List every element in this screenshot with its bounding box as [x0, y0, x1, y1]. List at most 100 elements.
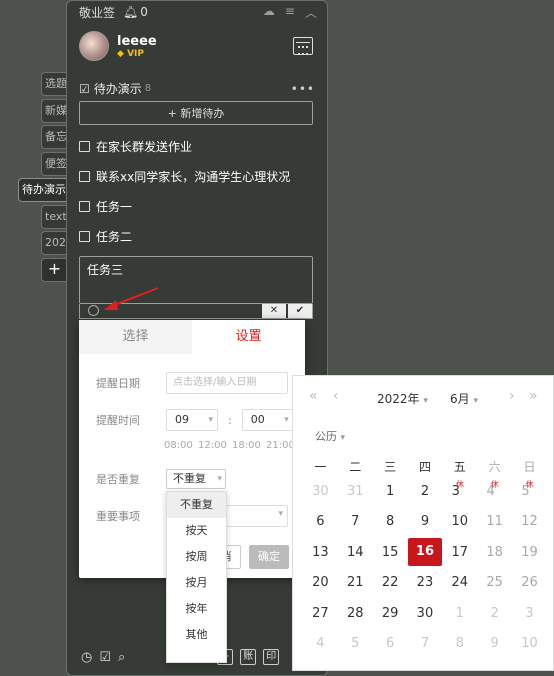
- next-year-icon[interactable]: »: [529, 388, 538, 404]
- calendar-day[interactable]: 31: [338, 484, 373, 499]
- calendar-day[interactable]: 5休: [512, 480, 547, 499]
- calendar-day[interactable]: 9: [477, 636, 512, 651]
- todo-item[interactable]: 任务一: [79, 198, 132, 215]
- calendar-day[interactable]: 4休: [477, 480, 512, 499]
- todo-edit-input[interactable]: 任务三: [79, 256, 313, 304]
- repeat-option[interactable]: 按年: [167, 596, 226, 622]
- calendar-day[interactable]: 18: [477, 545, 512, 560]
- calendar-day[interactable]: 1: [373, 484, 408, 499]
- calendar-day[interactable]: 30: [303, 484, 338, 499]
- todo-checkbox[interactable]: [79, 201, 90, 212]
- calendar-day[interactable]: 11: [477, 514, 512, 529]
- avatar[interactable]: [79, 31, 109, 61]
- more-icon[interactable]: •••: [291, 82, 315, 96]
- calendar-day[interactable]: 4: [303, 636, 338, 651]
- menu-icon[interactable]: ≡: [285, 4, 295, 21]
- side-tab-2022[interactable]: 2022: [41, 231, 67, 255]
- todo-text: 任务二: [96, 230, 133, 244]
- calendar-day[interactable]: 22: [373, 575, 408, 590]
- calendar-day[interactable]: 2: [477, 606, 512, 621]
- calendar-day[interactable]: 21: [338, 575, 373, 590]
- date-input[interactable]: 点击选择/输入日期: [166, 372, 288, 394]
- calendar-day[interactable]: 3休: [442, 480, 477, 499]
- side-tab-bianqian[interactable]: 便签: [41, 152, 67, 176]
- calendar-day[interactable]: 10: [512, 636, 547, 651]
- tab-settings[interactable]: 设置: [192, 320, 305, 354]
- calendar-day[interactable]: 10: [442, 514, 477, 529]
- collapse-icon[interactable]: ︿: [305, 4, 317, 21]
- quick-time[interactable]: 18:00: [232, 440, 261, 451]
- quick-time[interactable]: 12:00: [198, 440, 227, 451]
- next-month-icon[interactable]: ›: [509, 388, 515, 404]
- cloud-sync-icon[interactable]: ☁: [263, 4, 275, 21]
- side-tab-beiwang[interactable]: 备忘: [41, 125, 67, 149]
- calendar-day[interactable]: 7: [408, 636, 443, 651]
- notification[interactable]: 🔔︎ 0: [123, 5, 148, 19]
- quick-time[interactable]: 08:00: [164, 440, 193, 451]
- month-select[interactable]: 6月 ▾: [450, 390, 478, 407]
- add-tab-button[interactable]: +: [41, 258, 67, 282]
- account-button[interactable]: 账: [240, 649, 257, 665]
- side-tab-text[interactable]: text: [41, 205, 67, 229]
- calendar-day[interactable]: 9: [408, 514, 443, 529]
- side-tab-xinmei[interactable]: 新媒: [41, 99, 67, 123]
- clock-icon[interactable]: ◷: [81, 650, 92, 665]
- calendar-day[interactable]: 25: [477, 575, 512, 590]
- calendar-day[interactable]: 27: [303, 606, 338, 621]
- year-select[interactable]: 2022年 ▾: [377, 390, 428, 407]
- calendar-day[interactable]: 8: [373, 514, 408, 529]
- todo-checkbox[interactable]: [79, 231, 90, 242]
- calendar-day[interactable]: 2: [408, 484, 443, 499]
- todo-item[interactable]: 联系xx同学家长，沟通学生心理状况: [79, 168, 290, 185]
- minute-select[interactable]: 00: [241, 409, 294, 431]
- calendar-day[interactable]: 26: [512, 575, 547, 590]
- side-tab-daiban[interactable]: 待办演示: [18, 178, 68, 202]
- repeat-option[interactable]: 其他: [167, 622, 226, 648]
- calendar-day[interactable]: 6: [373, 636, 408, 651]
- calendar-day[interactable]: 5: [338, 636, 373, 651]
- calendar-day[interactable]: 13: [303, 545, 338, 560]
- prev-month-icon[interactable]: ‹: [333, 388, 339, 404]
- calendar-day[interactable]: 16: [407, 538, 443, 567]
- clock-icon[interactable]: [88, 305, 99, 316]
- todo-item[interactable]: 任务二: [79, 228, 132, 245]
- calendar-day[interactable]: 1: [442, 606, 477, 621]
- add-todo-button[interactable]: + 新增待办: [79, 101, 313, 125]
- calendar-day[interactable]: 8: [442, 636, 477, 651]
- calendar-day[interactable]: 17: [442, 545, 477, 560]
- calendar-day[interactable]: 12: [512, 514, 547, 529]
- side-tab-xuanti[interactable]: 选题: [41, 72, 67, 96]
- checklist-icon[interactable]: ☑: [99, 650, 111, 665]
- calendar-day[interactable]: 23: [408, 575, 443, 590]
- calendar-day[interactable]: 3: [512, 606, 547, 621]
- confirm-edit-button[interactable]: ✔: [288, 304, 312, 318]
- calendar-day[interactable]: 30: [408, 606, 443, 621]
- repeat-option[interactable]: 按周: [167, 544, 226, 570]
- repeat-option[interactable]: 按月: [167, 570, 226, 596]
- tab-select[interactable]: 选择: [79, 320, 192, 354]
- search-icon[interactable]: ⌕: [118, 650, 125, 665]
- quick-time[interactable]: 21:00: [266, 440, 295, 451]
- repeat-option[interactable]: 不重复: [167, 492, 226, 518]
- todo-item[interactable]: 在家长群发送作业: [79, 138, 192, 155]
- ok-button[interactable]: 确定: [249, 545, 289, 569]
- calendar-day[interactable]: 20: [303, 575, 338, 590]
- calendar-day[interactable]: 14: [338, 545, 373, 560]
- calendar-day[interactable]: 15: [373, 545, 408, 560]
- calendar-icon[interactable]: [293, 37, 313, 55]
- calendar-day[interactable]: 6: [303, 514, 338, 529]
- repeat-option[interactable]: 按天: [167, 518, 226, 544]
- calendar-day[interactable]: 19: [512, 545, 547, 560]
- calendar-type-select[interactable]: 公历 ▾: [315, 428, 345, 444]
- todo-checkbox[interactable]: [79, 141, 90, 152]
- calendar-day[interactable]: 28: [338, 606, 373, 621]
- todo-checkbox[interactable]: [79, 171, 90, 182]
- calendar-day[interactable]: 7: [338, 514, 373, 529]
- prev-year-icon[interactable]: «: [309, 388, 318, 404]
- hour-select[interactable]: 09: [166, 409, 218, 431]
- calendar-day[interactable]: 29: [373, 606, 408, 621]
- cancel-edit-button[interactable]: ✕: [262, 304, 286, 318]
- print-button[interactable]: 印: [263, 649, 280, 665]
- repeat-select[interactable]: 不重复: [166, 469, 226, 489]
- calendar-day[interactable]: 24: [442, 575, 477, 590]
